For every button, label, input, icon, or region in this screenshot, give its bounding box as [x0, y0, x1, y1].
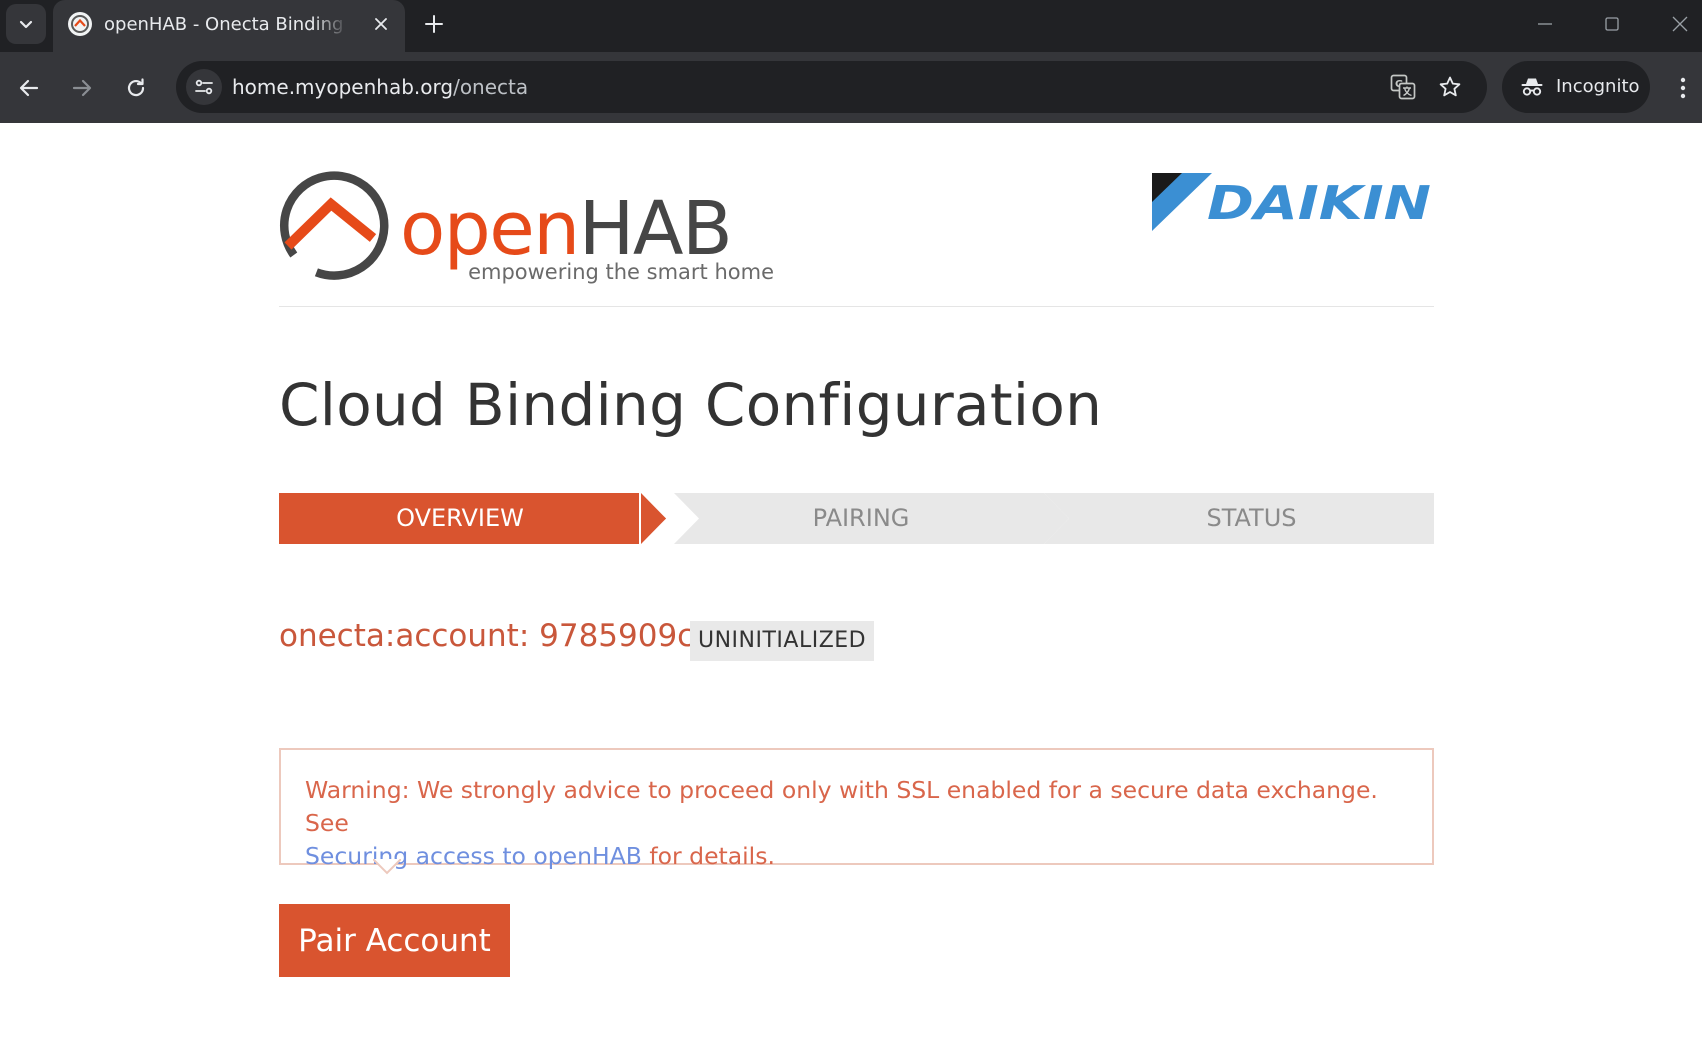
openhab-icon — [68, 12, 92, 36]
browser-tab[interactable]: openHAB - Onecta Binding Configuration — [53, 0, 405, 52]
address-bar[interactable]: home.myopenhab.org/onecta G — [176, 61, 1487, 113]
tab-title: openHAB - Onecta Binding Configuration — [104, 14, 349, 35]
openhab-logo[interactable]: openHAB empowering the smart home — [279, 168, 779, 288]
securing-access-link[interactable]: Securing access to openHAB — [305, 842, 642, 870]
incognito-icon — [1521, 78, 1543, 96]
maximize-icon — [1605, 17, 1619, 31]
daikin-logo: DAIKIN — [1152, 173, 1431, 231]
daikin-mark-icon — [1152, 173, 1212, 231]
status-badge: UNINITIALIZED — [690, 621, 875, 661]
star-icon — [1439, 76, 1461, 97]
back-button[interactable] — [9, 68, 49, 108]
warning-message: Warning: We strongly advice to proceed o… — [305, 776, 1378, 837]
tab-close-button[interactable] — [367, 10, 395, 38]
incognito-profile-button[interactable]: Incognito — [1502, 61, 1650, 113]
warning-suffix: for details. — [641, 842, 775, 870]
bookmark-button[interactable] — [1434, 71, 1466, 103]
step-status[interactable]: STATUS — [1069, 493, 1434, 544]
warning-pointer — [373, 859, 401, 875]
minimize-button[interactable] — [1523, 4, 1567, 44]
reload-icon — [127, 78, 145, 97]
close-icon — [375, 18, 387, 30]
reload-button[interactable] — [116, 68, 156, 108]
url-text[interactable]: home.myopenhab.org/onecta — [232, 75, 528, 99]
arrow-right-icon — [72, 79, 92, 97]
browser-menu-button[interactable] — [1668, 68, 1698, 108]
new-tab-button[interactable] — [418, 8, 450, 40]
chevron-down-icon — [19, 20, 33, 29]
browser-tab-strip: openHAB - Onecta Binding Configuration — [0, 0, 1702, 52]
tune-icon — [195, 79, 213, 95]
logo-tagline: empowering the smart home — [468, 260, 774, 284]
url-host: home.myopenhab.org — [232, 75, 454, 99]
page-title: Cloud Binding Configuration — [279, 371, 1103, 439]
arrow-left-icon — [19, 79, 39, 97]
step-pairing[interactable]: PAIRING — [676, 493, 1046, 544]
thing-uid: onecta:account: 9785909c41 — [279, 618, 734, 654]
minimize-icon — [1538, 23, 1552, 25]
wizard-steps: OVERVIEW PAIRING STATUS — [279, 493, 1434, 544]
ssl-warning-box: Warning: We strongly advice to proceed o… — [279, 748, 1434, 870]
maximize-button[interactable] — [1590, 4, 1634, 44]
close-window-button[interactable] — [1658, 4, 1702, 44]
kebab-menu-icon — [1680, 77, 1686, 99]
warning-text: Warning: We strongly advice to proceed o… — [305, 774, 1405, 873]
browser-toolbar: home.myopenhab.org/onecta G Incognito — [0, 52, 1702, 123]
url-path: /onecta — [453, 75, 529, 99]
site-info-button[interactable] — [186, 69, 222, 105]
tab-search-button[interactable] — [6, 4, 46, 44]
incognito-label: Incognito — [1556, 76, 1640, 97]
pair-account-button[interactable]: Pair Account — [279, 904, 510, 977]
translate-icon: G — [1390, 74, 1416, 100]
step-overview[interactable]: OVERVIEW — [279, 493, 641, 544]
openhab-mark-icon — [280, 171, 389, 280]
daikin-wordmark: DAIKIN — [1207, 176, 1431, 230]
forward-button[interactable] — [62, 68, 102, 108]
plus-icon — [425, 15, 443, 33]
header-divider — [279, 306, 1434, 307]
translate-button[interactable]: G — [1387, 71, 1419, 103]
close-icon — [1672, 16, 1688, 32]
